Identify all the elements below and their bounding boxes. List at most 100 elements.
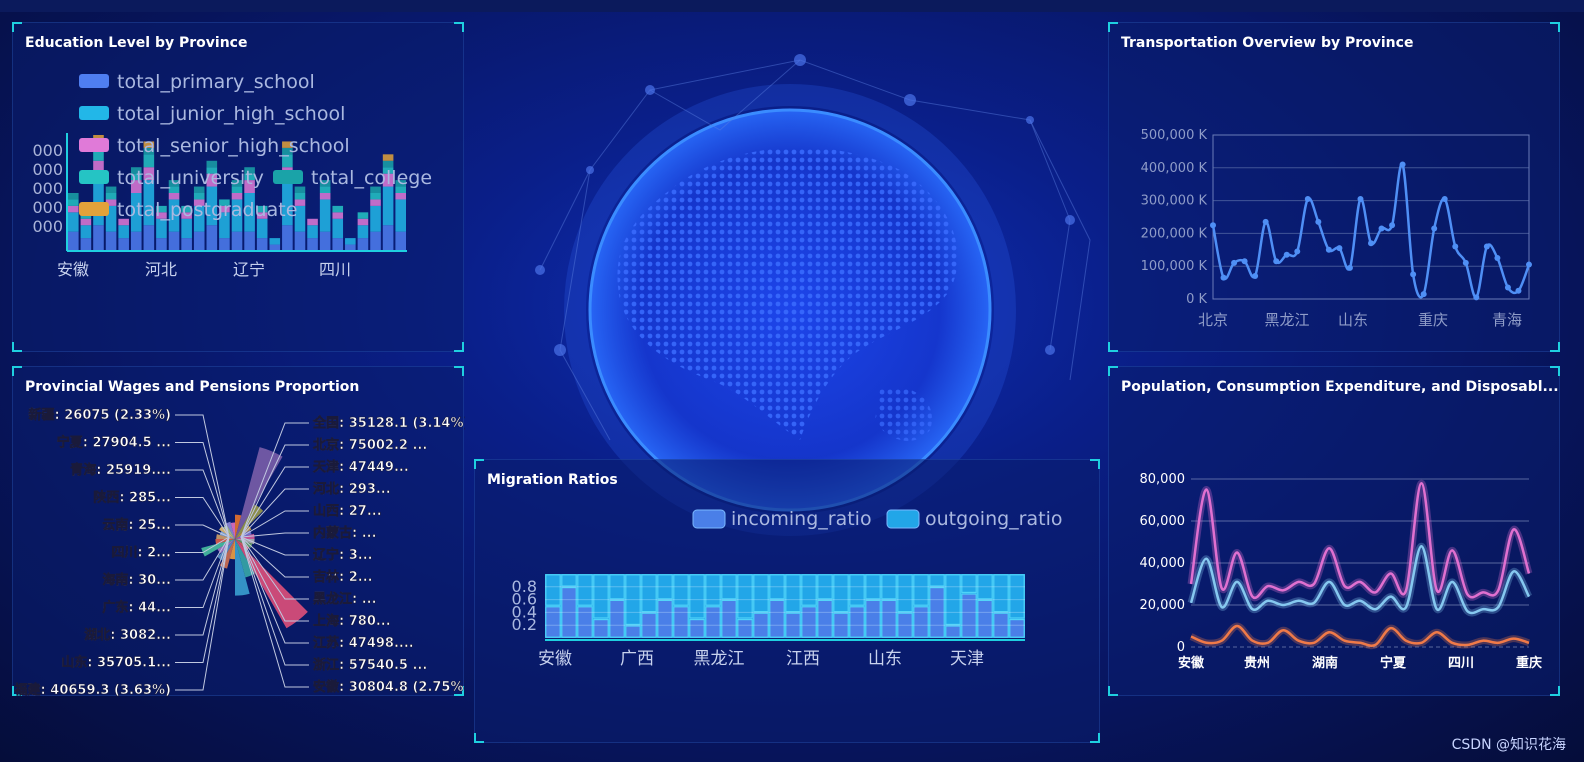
trans-x-tick: 北京 — [1198, 311, 1228, 329]
wages-chart: 新疆: 26075 (2.33%) 宁夏: 27904.5 ... 青海: 2591… — [13, 407, 465, 697]
edu-bar-total_primary_school — [93, 225, 104, 251]
edu-y-tick: 000 — [32, 179, 63, 198]
wages-left-label: 福建: 40659.3 (3.63%) — [14, 682, 171, 697]
mig-x-tick: 广西 — [620, 649, 654, 669]
wages-leader-line — [175, 414, 230, 538]
edu-bar-total_university — [332, 205, 344, 213]
trans-y-tick: 0 K — [1186, 292, 1207, 307]
wages-right-label: 山西: 27... — [313, 503, 382, 519]
trans-point — [1368, 240, 1374, 247]
edu-y-tick: 000 — [32, 198, 63, 217]
edu-bar-total_senior_high_school — [307, 218, 318, 226]
pop-line-0 — [1189, 481, 1531, 600]
trans-point — [1252, 273, 1259, 280]
mig-bar-incoming_ratio — [721, 599, 737, 638]
edu-bar-total_junior_high_school — [370, 205, 381, 232]
mig-x-tick: 黑龙江 — [694, 649, 745, 669]
edu-bar-total_senior_high_school — [395, 193, 406, 200]
wages-leader-line — [175, 469, 230, 538]
pop-y-tick: 20,000 — [1140, 598, 1186, 613]
pop-line-2 — [1190, 624, 1530, 647]
edu-bar-total_college — [68, 193, 79, 200]
mig-bar-incoming_ratio — [801, 606, 817, 638]
mig-legend-label: outgoing_ratio — [925, 508, 1063, 530]
wages-panel: Provincial Wages and Pensions Proportion… — [12, 366, 465, 697]
mig-bar-outgoing_ratio — [801, 574, 817, 606]
mig-bar-outgoing_ratio — [929, 574, 945, 587]
wages-right-label: 黑龙江: ... — [313, 591, 377, 607]
edu-bar-total_primary_school — [307, 238, 318, 251]
mig-bar-incoming_ratio — [961, 593, 977, 638]
mig-bar-incoming_ratio — [545, 606, 561, 638]
edu-bar-total_junior_high_school — [345, 238, 356, 245]
mig-bar-outgoing_ratio — [561, 574, 577, 587]
edu-bar-total_junior_high_school — [332, 218, 344, 239]
mig-x-tick: 天津 — [950, 649, 984, 669]
mig-bar-outgoing_ratio — [833, 574, 849, 613]
edu-bar-total_primary_school — [244, 231, 255, 251]
wages-left-label: 云南: 25... — [102, 517, 171, 533]
mig-bar-outgoing_ratio — [993, 574, 1009, 613]
edu-bar-total_junior_high_school — [357, 225, 369, 239]
wages-left-label: 湖北: 3082... — [84, 628, 171, 643]
mig-bar-incoming_ratio — [657, 599, 673, 638]
wages-right-label: 上海: 780... — [313, 613, 391, 629]
trans-point — [1504, 284, 1511, 291]
edu-legend-label: total_primary_school — [117, 71, 315, 93]
trans-point — [1294, 248, 1301, 255]
edu-bar-total_junior_high_school — [156, 218, 167, 239]
migration-panel: Migration Ratios 0.2 0.4 0.6 0.8 安徽 广西 黑龙江 江西 山东… — [474, 459, 1100, 743]
mig-bar-outgoing_ratio — [849, 574, 865, 606]
trans-point — [1262, 218, 1269, 225]
edu-bar-total_primary_school — [256, 238, 268, 251]
trans-x-tick: 黑龙江 — [1264, 311, 1309, 329]
trans-point — [1315, 218, 1322, 225]
mig-bar-incoming_ratio — [913, 606, 929, 638]
mig-bar-outgoing_ratio — [897, 574, 913, 613]
wages-left-label: 青海: 25919.... — [70, 462, 171, 478]
mig-bar-outgoing_ratio — [737, 574, 753, 619]
pop-x-tick: 安徽 — [1178, 655, 1205, 671]
edu-bar-total_senior_high_school — [319, 193, 331, 200]
edu-legend-label: total_senior_high_school — [117, 135, 350, 157]
mig-y-tick: 0.8 — [512, 577, 537, 596]
migration-chart: 0.20.40.60.8安徽 广西 黑龙江 江西 山东 天津incoming_ratio o… — [512, 508, 1063, 669]
edu-bar-total_primary_school — [319, 231, 331, 251]
mig-x-tick: 江西 — [786, 649, 820, 669]
trans-y-tick: 500,000 K — [1141, 128, 1208, 143]
trans-point — [1473, 294, 1480, 301]
transport-chart: 0 K 100,000 K 200,000 K 300,000 K 400,000 K 5… — [1141, 128, 1532, 329]
edu-x-tick: 河北 — [145, 260, 177, 279]
edu-bar-total_primary_school — [168, 231, 180, 251]
mig-bar-incoming_ratio — [865, 599, 881, 638]
edu-x-tick: 安徽 — [57, 260, 89, 279]
edu-bar-total_junior_high_school — [382, 186, 394, 226]
wages-right-label: 全国: 35128.1 (3.14%) — [312, 415, 465, 431]
mig-bar-incoming_ratio — [945, 625, 961, 638]
edu-bar-total_primary_school — [80, 238, 92, 251]
trans-x-tick: 重庆 — [1418, 311, 1448, 329]
pop-x-tick: 湖南 — [1312, 655, 1338, 671]
trans-point — [1431, 225, 1438, 232]
population-chart: 0 20,000 40,000 60,000 80,000 安徽 贵州 湖南 宁夏 四川 重庆 — [1140, 472, 1543, 671]
pop-y-tick: 40,000 — [1140, 556, 1186, 571]
edu-bar-total_primary_school — [382, 225, 394, 251]
edu-legend-label: total_postgraduate — [117, 199, 297, 221]
pop-x-tick: 宁夏 — [1380, 655, 1407, 671]
mig-bar-outgoing_ratio — [961, 574, 977, 594]
wages-left-label: 宁夏: 27904.5 ... — [57, 435, 171, 451]
edu-bar-total_primary_school — [231, 231, 243, 251]
edu-legend-label: total_university — [117, 167, 264, 189]
edu-legend-label: total_college — [311, 167, 432, 189]
edu-bar-total_primary_school — [130, 231, 142, 251]
trans-y-tick: 200,000 K — [1141, 226, 1208, 241]
wages-right-label: 内蒙古: ... — [313, 525, 377, 541]
edu-bar-total_senior_high_school — [80, 218, 92, 226]
pop-x-tick: 重庆 — [1516, 655, 1542, 671]
mig-bar-incoming_ratio — [593, 619, 609, 638]
wages-slice — [235, 447, 283, 539]
edu-bar-total_senior_high_school — [332, 212, 344, 219]
wages-leader-line — [175, 442, 230, 538]
edu-legend-label: total_junior_high_school — [117, 103, 345, 125]
mig-bar-incoming_ratio — [849, 606, 865, 638]
